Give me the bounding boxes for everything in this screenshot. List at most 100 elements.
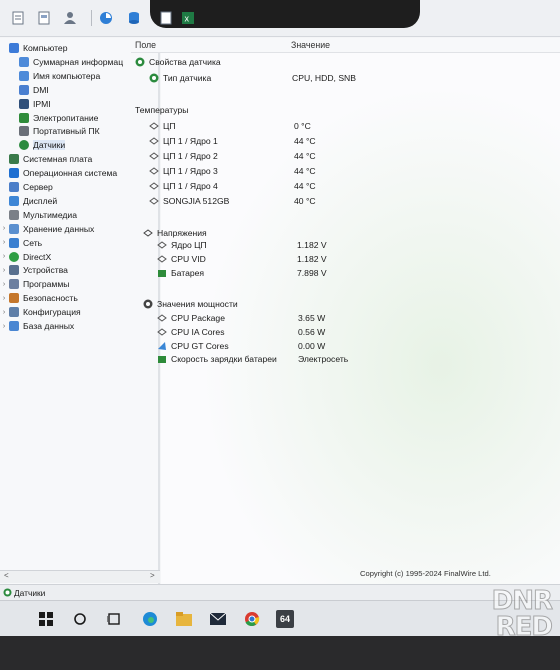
tree-item[interactable]: Системная плата (0, 152, 92, 166)
tree-item-label: Конфигурация (23, 307, 81, 318)
tree-expander[interactable]: › (0, 281, 8, 288)
tree-item-label: Программы (23, 279, 70, 290)
tree-expander[interactable]: › (0, 309, 8, 316)
column-value-header[interactable]: Значение (291, 40, 330, 50)
file-explorer-icon[interactable] (174, 609, 194, 629)
tree-item-label: DMI (33, 84, 49, 95)
chrome-icon[interactable] (242, 609, 262, 629)
sensor-row[interactable]: SONGJIA 512GB (149, 194, 229, 208)
tree-item-label: Мультимедиа (23, 209, 78, 220)
tree-item[interactable]: › База данных (0, 319, 74, 333)
tree-expander[interactable]: › (0, 225, 8, 232)
sensor-row[interactable]: ЦП (149, 119, 176, 133)
display-icon (9, 195, 19, 206)
section-header[interactable]: Свойства датчика (135, 55, 221, 69)
document-icon[interactable] (36, 10, 52, 26)
tree-expander[interactable]: › (0, 253, 8, 260)
laptop-icon (19, 126, 29, 137)
field-label: CPU VID (171, 254, 206, 264)
task-view-icon[interactable] (104, 609, 124, 629)
voltage-icon (143, 228, 153, 238)
tree-item-label: База данных (23, 321, 75, 331)
user-icon[interactable] (62, 10, 78, 26)
tree-item[interactable]: Компьютер (0, 41, 67, 55)
tree-item[interactable]: Портативный ПК (10, 124, 100, 138)
tree-item[interactable]: › Сеть (0, 236, 42, 250)
windows-icon (9, 168, 19, 179)
mail-icon[interactable] (208, 609, 228, 629)
voltage-icon (157, 240, 167, 250)
windows-start-icon[interactable] (36, 609, 56, 629)
summary-icon (19, 56, 29, 67)
search-icon[interactable] (70, 609, 90, 629)
tree-item[interactable]: Мультимедиа (0, 208, 77, 222)
tree-item[interactable]: Электропитание (10, 111, 98, 125)
field-label: ЦП 1 / Ядро 2 (163, 151, 218, 161)
scroll-right-arrow[interactable]: > (150, 571, 155, 580)
tree-item[interactable]: Суммарная информац (10, 55, 123, 69)
tree-item[interactable]: Сервер (0, 180, 53, 194)
watermark: DNR RED (470, 588, 553, 644)
tree-item[interactable]: › Устройства (0, 263, 68, 277)
sensor-row[interactable]: ЦП 1 / Ядро 3 (149, 164, 218, 178)
battery-icon (157, 268, 167, 278)
power-icon (157, 327, 167, 337)
column-field-header[interactable]: Поле (135, 40, 156, 50)
report-icon[interactable] (10, 10, 26, 26)
tree-item-label: Дисплей (23, 195, 58, 206)
sensor-row[interactable]: Тип датчика (149, 71, 211, 85)
tree-item[interactable]: › Конфигурация (0, 305, 81, 319)
tree-item[interactable]: IPMI (10, 97, 51, 111)
sensor-row[interactable]: CPU VID (157, 252, 206, 266)
excel-icon[interactable]: x (180, 10, 196, 26)
power-icon (19, 112, 29, 123)
sensor-row[interactable]: Скорость зарядки батареи (157, 352, 277, 366)
field-value: 0.00 W (298, 341, 326, 351)
sensor-row[interactable]: ЦП 1 / Ядро 2 (149, 149, 218, 163)
tree-item[interactable]: Операционная система (0, 166, 117, 180)
temperature-icon (149, 151, 159, 161)
security-icon (9, 293, 19, 304)
tree-item[interactable]: DMI (10, 83, 49, 97)
field-label: Скорость зарядки батареи (171, 354, 277, 364)
sensor-row[interactable]: CPU IA Cores (157, 325, 225, 339)
section-label: Напряжения (157, 228, 207, 238)
tree-expander[interactable]: › (0, 323, 8, 330)
tree-expander[interactable]: › (0, 239, 8, 246)
tree-horizontal-scrollbar[interactable]: < > (0, 570, 160, 583)
file-icon[interactable] (158, 10, 174, 26)
sensor-row[interactable]: Ядро ЦП (157, 238, 207, 252)
sensor-props-icon (135, 57, 145, 67)
section-header[interactable]: Температуры (135, 103, 188, 117)
temperature-icon (149, 121, 159, 131)
tree-item[interactable]: Датчики (10, 138, 66, 152)
copyright-text: Copyright (c) 1995-2024 FinalWire Ltd. (360, 569, 491, 578)
field-label: Тип датчика (163, 73, 212, 83)
tree-item[interactable]: Имя компьютера (10, 69, 100, 83)
tree-item-label: Операционная система (23, 168, 118, 179)
sensor-row[interactable]: CPU Package (157, 311, 225, 325)
ipmi-icon (19, 98, 29, 109)
sensor-row[interactable]: ЦП 1 / Ядро 1 (149, 134, 218, 148)
section-header[interactable]: Значения мощности (143, 297, 238, 311)
disk-icon (149, 196, 159, 206)
tree-item[interactable]: › DirectX (0, 250, 51, 264)
tree-item[interactable]: › Хранение данных (0, 222, 94, 236)
sensor-row[interactable]: Батарея (157, 266, 204, 280)
database-toolbar-icon[interactable] (126, 10, 142, 26)
benchmark-clock-icon[interactable] (98, 10, 114, 26)
field-value: 44 °C (294, 151, 316, 161)
scroll-left-arrow[interactable]: < (4, 571, 9, 580)
tree-item[interactable]: › Безопасность (0, 291, 78, 305)
field-label: Ядро ЦП (171, 240, 207, 250)
sensor-row[interactable]: CPU GT Cores (157, 339, 229, 353)
aida64-taskbar-icon[interactable]: 64 (275, 609, 295, 629)
field-value: Электросеть (298, 354, 349, 364)
tree-item[interactable]: Дисплей (0, 194, 57, 208)
sensor-row[interactable]: ЦП 1 / Ядро 4 (149, 179, 218, 193)
temperature-icon (149, 166, 159, 176)
tree-expander[interactable]: › (0, 267, 8, 274)
tree-item[interactable]: › Программы (0, 277, 69, 291)
edge-browser-icon[interactable] (140, 609, 160, 629)
tree-expander[interactable]: › (0, 295, 8, 302)
